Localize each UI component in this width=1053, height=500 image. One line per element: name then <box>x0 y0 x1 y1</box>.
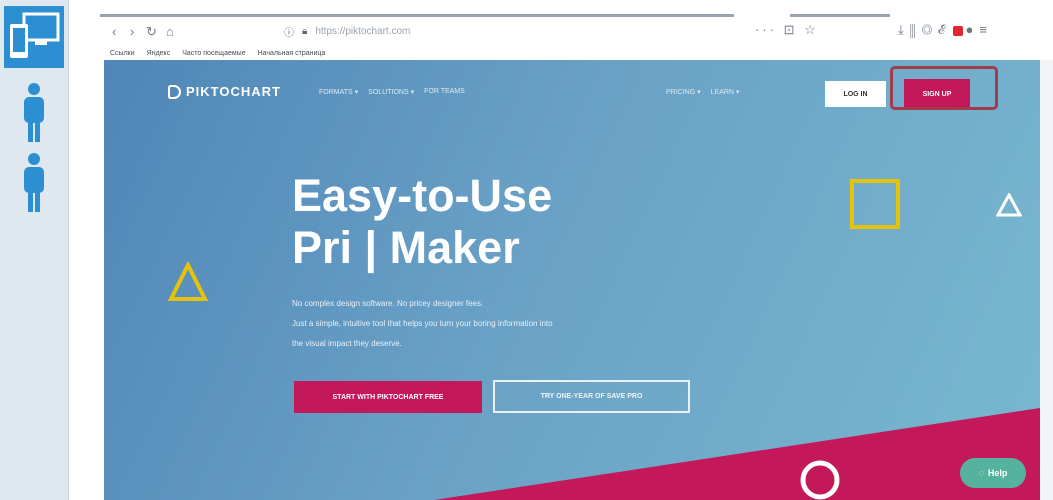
tab-active[interactable] <box>100 14 734 17</box>
pink-diagonal-band <box>434 408 1040 500</box>
login-button[interactable]: LOG IN <box>825 81 886 107</box>
chat-icon: ◌ <box>978 468 984 478</box>
yellow-triangle-shape <box>168 262 208 301</box>
help-label: Help <box>987 468 1008 478</box>
nav-links-left: FORMATS ▾ SOLUTIONS ▾ FOR TEAMS <box>319 88 465 96</box>
nav-links-right: PRICING ▾ LEARN ▾ <box>666 88 739 96</box>
extension-icon[interactable]: ℰ <box>938 22 951 37</box>
try-pro-button[interactable]: TRY ONE-YEAR OF SAVE PRO <box>493 380 690 413</box>
hero-headline-line1: Easy-to-Use <box>292 170 553 221</box>
highlight-ring <box>890 66 998 110</box>
download-icon[interactable]: ⤓ <box>898 22 910 37</box>
logo-text: PIKTOCHART <box>186 84 281 99</box>
url-text[interactable]: https://piktochart.com <box>315 26 410 37</box>
logo-mark-icon <box>168 84 181 99</box>
white-triangle-shape <box>996 193 1022 217</box>
tab-inactive[interactable] <box>790 14 890 17</box>
adblock-icon[interactable] <box>953 25 964 36</box>
browser-toolbar: ‹ › ↻ ⌂ ⓘ 🔒︎ https://piktochart.com ··· … <box>100 18 1040 46</box>
white-circle-shape <box>800 460 840 500</box>
sync-icon[interactable]: ◎ <box>922 22 938 37</box>
library-icon[interactable]: ⫼ <box>910 22 922 37</box>
bookmark-item[interactable]: Начальная страница <box>258 50 326 57</box>
start-free-button[interactable]: START WITH PIKTOCHART FREE <box>294 381 482 413</box>
info-icon[interactable]: ⓘ <box>284 24 294 39</box>
left-rail <box>0 0 69 500</box>
menu-icon[interactable]: ≡ <box>979 22 993 37</box>
nav-for-teams[interactable]: FOR TEAMS <box>424 88 465 96</box>
bookmark-item[interactable]: Ссылки <box>110 50 135 57</box>
account-icon[interactable]: ● <box>965 22 979 37</box>
person-icon[interactable] <box>22 152 46 214</box>
address-bar[interactable]: ⓘ 🔒︎ https://piktochart.com <box>284 24 410 39</box>
bookmark-item[interactable]: Часто посещаемые <box>182 50 245 57</box>
hero-subtext: No complex design software. No pricey de… <box>292 294 712 354</box>
nav-formats[interactable]: FORMATS ▾ <box>319 88 358 96</box>
back-arrow-icon[interactable]: ‹ <box>112 24 116 39</box>
bookmark-item[interactable]: Яндекс <box>147 50 171 57</box>
page-viewport: PIKTOCHART FORMATS ▾ SOLUTIONS ▾ FOR TEA… <box>104 60 1040 500</box>
site-navbar: PIKTOCHART FORMATS ▾ SOLUTIONS ▾ FOR TEA… <box>104 60 1040 124</box>
hero-headline: Easy-to-Use Pri | Maker <box>292 170 552 274</box>
bookmarks-bar: Ссылки Яндекс Часто посещаемые Начальная… <box>110 46 325 60</box>
home-icon[interactable]: ⌂ <box>166 24 174 39</box>
hero-headline-line2: Pri | Maker <box>292 222 520 273</box>
toolbar-icons: ⤓⫼◎ℰ ●≡ <box>898 22 993 38</box>
scrollbar[interactable] <box>1040 60 1053 500</box>
nav-learn[interactable]: LEARN ▾ <box>711 88 740 96</box>
site-logo[interactable]: PIKTOCHART <box>168 84 281 99</box>
nav-pricing[interactable]: PRICING ▾ <box>666 88 701 96</box>
yellow-square-shape <box>850 179 900 229</box>
hero-subtext-line: the visual impact they deserve. <box>292 339 402 348</box>
lock-icon: 🔒︎ <box>302 26 308 37</box>
hero-subtext-line: Just a simple, intuitive tool that helps… <box>292 319 553 328</box>
forward-arrow-icon[interactable]: › <box>130 24 134 39</box>
help-button[interactable]: ◌ Help <box>960 458 1026 488</box>
hero-subtext-line: No complex design software. No pricey de… <box>292 299 484 308</box>
nav-solutions[interactable]: SOLUTIONS ▾ <box>368 88 414 96</box>
devices-icon[interactable] <box>4 6 64 68</box>
person-icon[interactable] <box>22 82 46 144</box>
page-actions[interactable]: ··· ⊡ ☆ <box>755 22 819 38</box>
reload-icon[interactable]: ↻ <box>146 24 157 40</box>
